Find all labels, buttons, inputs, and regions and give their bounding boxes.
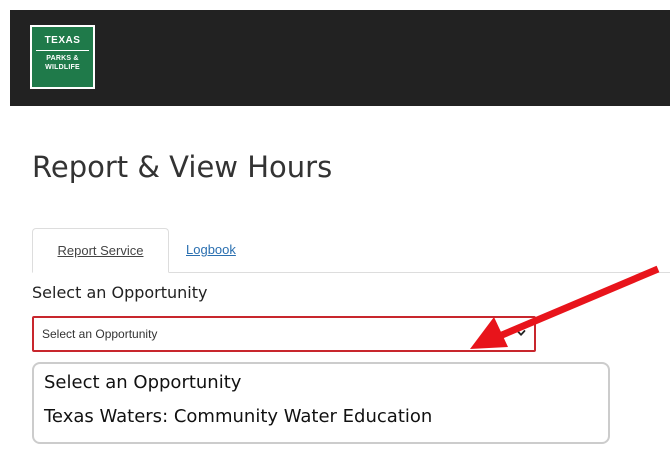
red-arrow-icon — [470, 265, 660, 349]
tab-report-service[interactable]: Report Service — [32, 228, 169, 273]
option-texas-waters[interactable]: Texas Waters: Community Water Education — [44, 406, 432, 427]
opportunity-select-value: Select an Opportunity — [42, 327, 158, 341]
logo-text-line2: PARKS & — [46, 55, 79, 62]
tab-logbook[interactable]: Logbook — [186, 228, 236, 273]
logo-text-line3: WILDLIFE — [45, 64, 80, 71]
top-header-bar: TEXAS PARKS & WILDLIFE — [10, 10, 670, 106]
option-select-an-opportunity[interactable]: Select an Opportunity — [44, 372, 241, 393]
logo-divider — [36, 50, 89, 51]
page-title: Report & View Hours — [32, 150, 333, 184]
opportunity-select-label: Select an Opportunity — [32, 283, 208, 302]
tpwd-logo[interactable]: TEXAS PARKS & WILDLIFE — [30, 25, 95, 89]
logo-text-line1: TEXAS — [44, 35, 81, 46]
opportunity-options-list: Select an Opportunity Texas Waters: Comm… — [32, 362, 610, 444]
page: TEXAS PARKS & WILDLIFE Report & View Hou… — [0, 0, 670, 462]
